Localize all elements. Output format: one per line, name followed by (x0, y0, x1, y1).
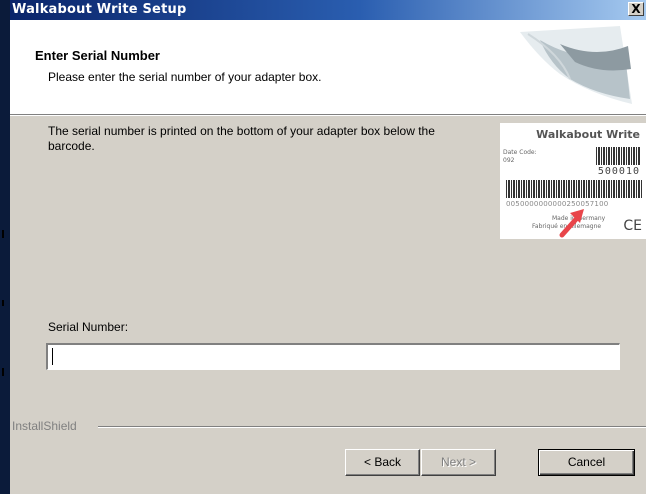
close-button[interactable]: X (628, 2, 644, 16)
adapter-label-image: Walkabout Write Date Code: 092 500010 00… (500, 123, 646, 239)
footer-divider (98, 426, 646, 428)
label-date-code-value: 092 (503, 157, 515, 164)
label-date-code-label: Date Code: (503, 149, 537, 156)
title-bar[interactable]: Walkabout Write Setup X (10, 0, 646, 20)
back-button[interactable]: < Back (345, 449, 420, 476)
setup-dialog: Walkabout Write Setup X Enter Serial Num… (0, 0, 646, 494)
label-product-name: Walkabout Write (536, 128, 640, 141)
instruction-text: The serial number is printed on the bott… (48, 124, 435, 153)
window-title: Walkabout Write Setup (12, 2, 187, 17)
page-subtitle: Please enter the serial number of your a… (48, 70, 322, 84)
background-window-edge (0, 0, 10, 494)
arrow-icon (559, 209, 584, 238)
label-ce-mark: CE (623, 218, 642, 234)
header-divider (10, 114, 646, 116)
text-caret (52, 348, 53, 365)
page-title: Enter Serial Number (35, 48, 160, 63)
serial-number-input[interactable] (46, 343, 620, 370)
serial-number-label: Serial Number: (48, 320, 129, 334)
wizard-graphic-icon (520, 26, 632, 104)
header-panel: Enter Serial Number Please enter the ser… (10, 20, 646, 114)
installshield-brand: InstallShield (12, 419, 77, 433)
next-button[interactable]: Next > (421, 449, 496, 476)
cancel-button[interactable]: Cancel (538, 449, 635, 476)
close-icon: X (631, 2, 641, 16)
main-barcode (506, 180, 642, 198)
label-number: 500010 (597, 166, 640, 177)
small-barcode (596, 147, 640, 165)
